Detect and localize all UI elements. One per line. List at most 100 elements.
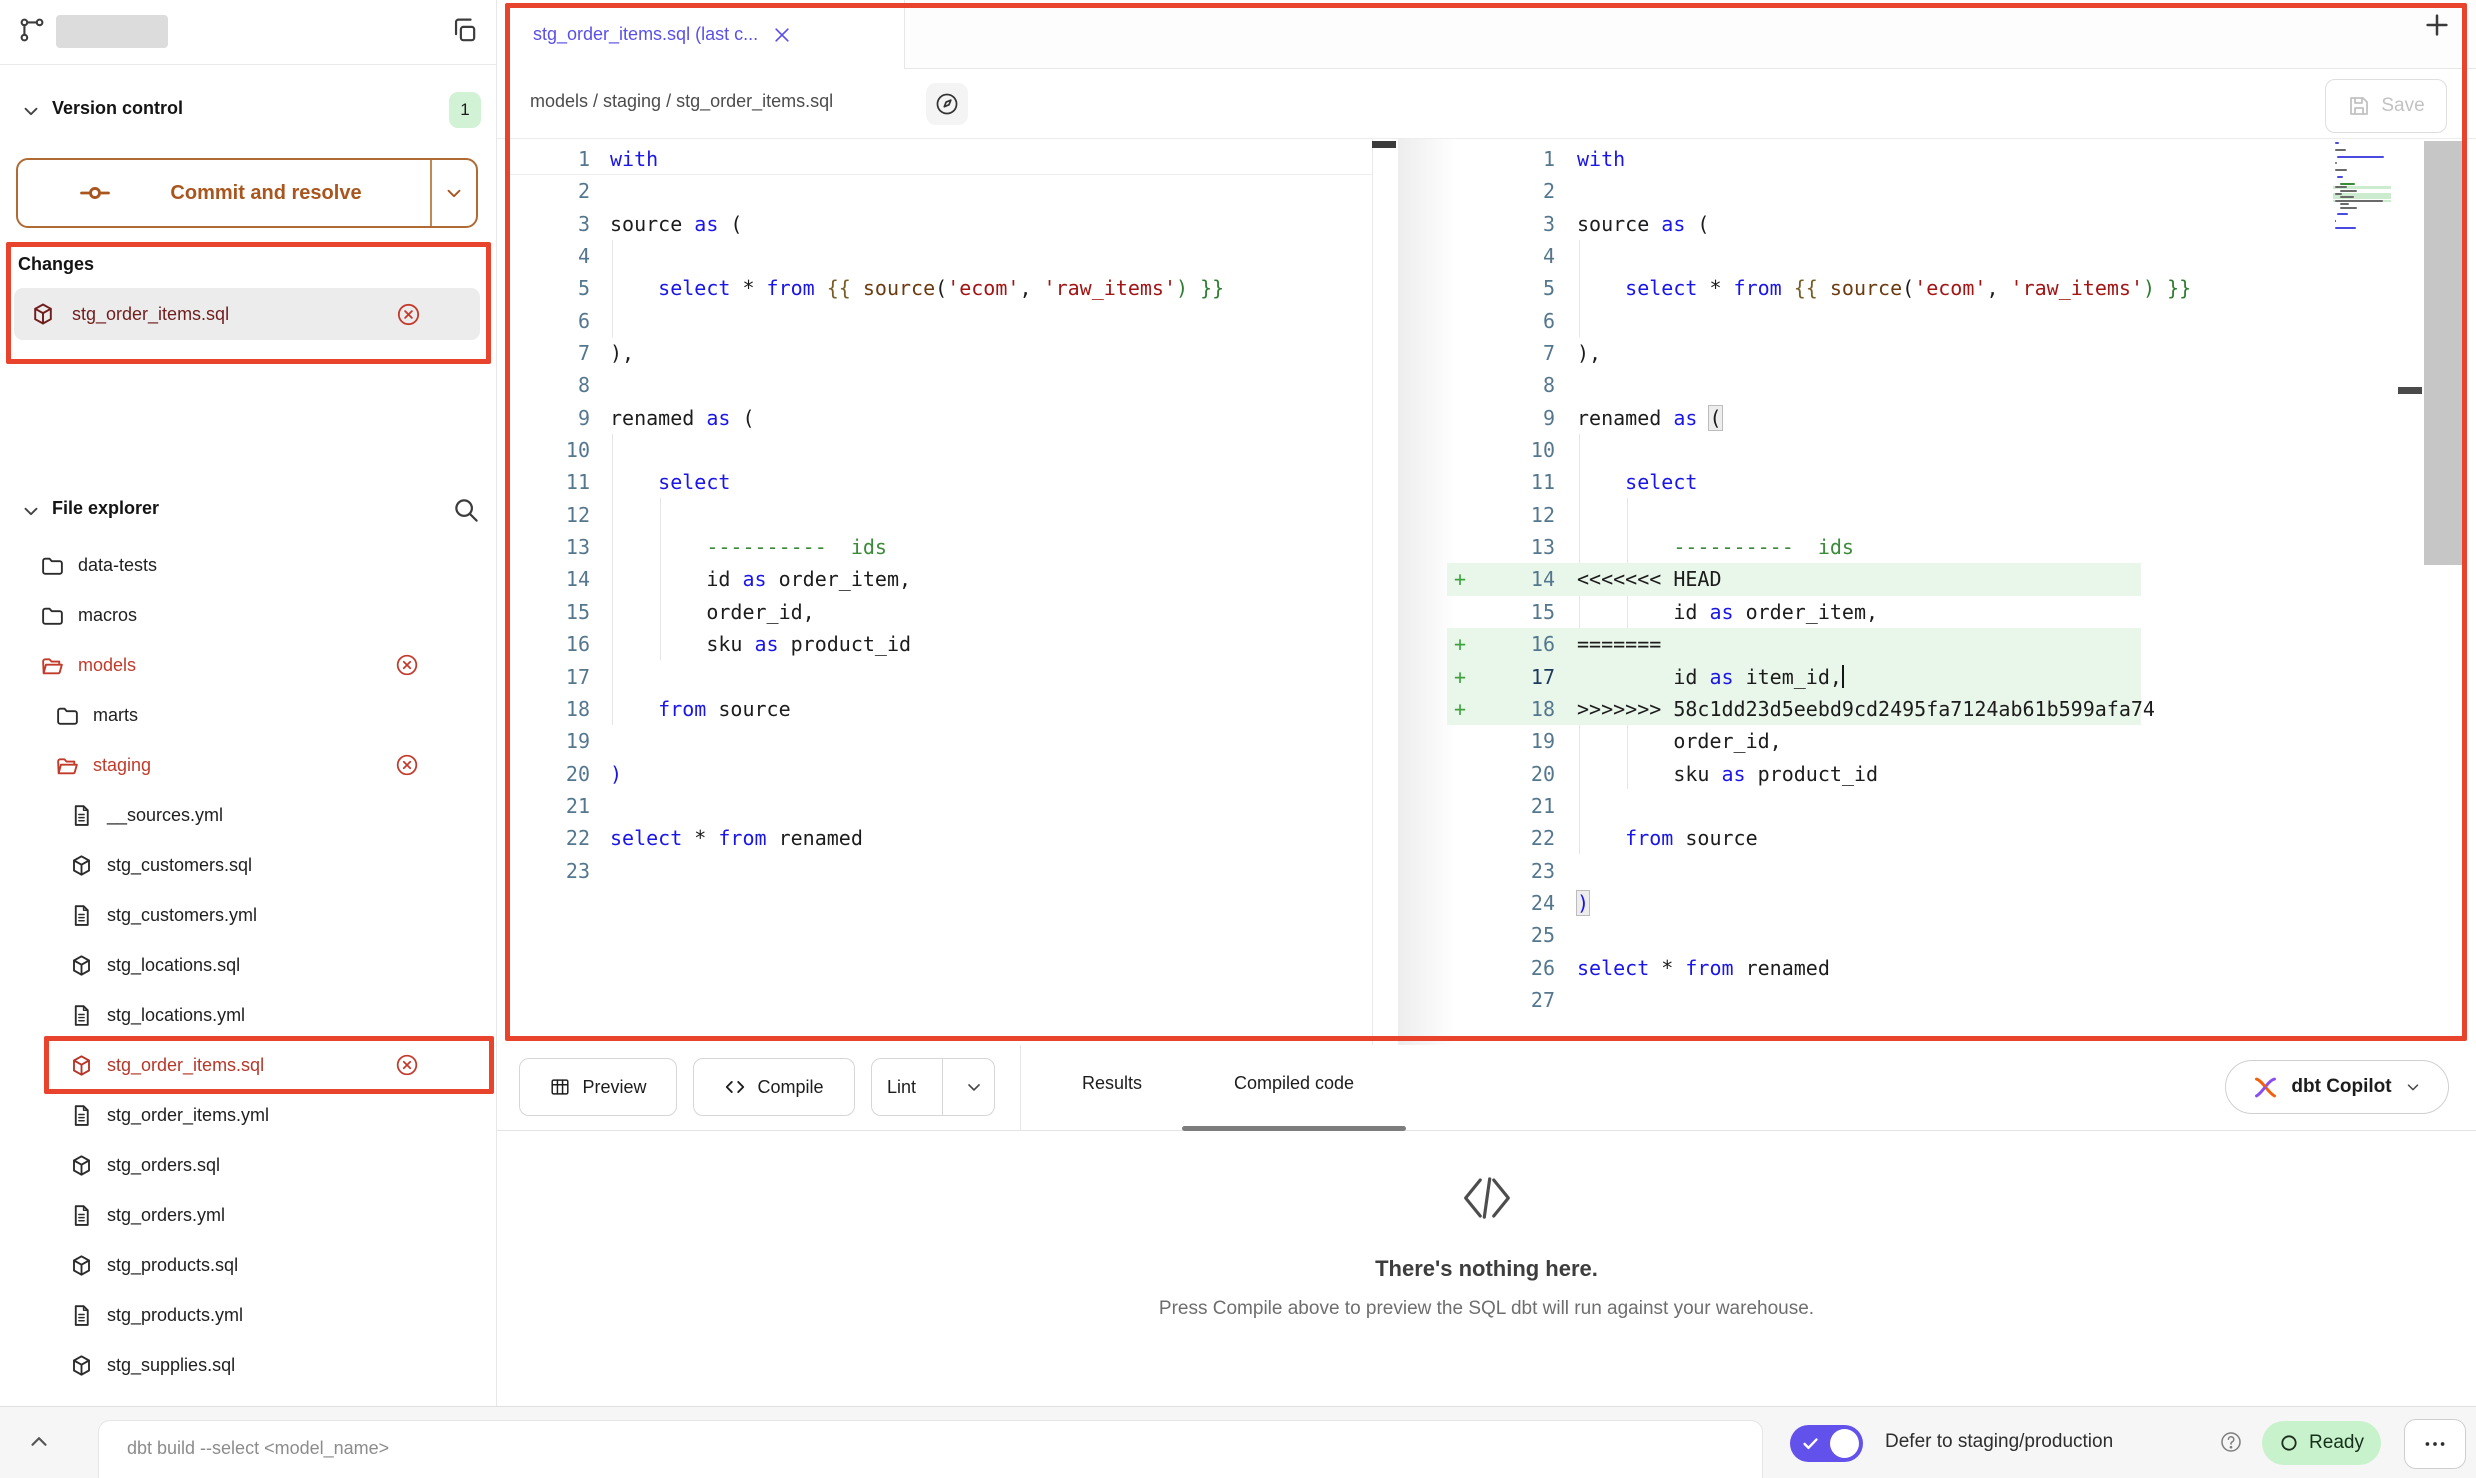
code-line[interactable]: 19 order_id, — [1447, 725, 2335, 757]
diff-pane-right[interactable]: 1with23source as (45 select * from {{ so… — [1447, 139, 2335, 1045]
tab-compiled-code[interactable]: Compiled code — [1182, 1073, 1406, 1094]
code-line[interactable]: 11 select — [1447, 466, 2335, 498]
minimap[interactable] — [2333, 142, 2397, 272]
code-line[interactable]: 17 — [510, 661, 1372, 693]
changed-file-item[interactable]: stg_order_items.sql — [14, 288, 480, 340]
code-line[interactable]: +16======= — [1447, 628, 2335, 660]
code-line[interactable]: 16 sku as product_id — [510, 628, 1372, 660]
code-line[interactable]: 24) — [1447, 887, 2335, 919]
new-tab-icon[interactable] — [2422, 10, 2452, 40]
file-row-macros[interactable]: macros — [0, 590, 497, 640]
expand-command-bar-icon[interactable] — [26, 1429, 52, 1455]
code-line[interactable]: 22select * from renamed — [510, 822, 1372, 854]
pane-divider[interactable] — [1372, 139, 1373, 1045]
code-line[interactable]: 15 order_id, — [510, 596, 1372, 628]
code-line[interactable]: 4 — [510, 240, 1372, 272]
code-line[interactable]: 5 select * from {{ source('ecom', 'raw_i… — [1447, 272, 2335, 304]
discard-change-icon[interactable] — [395, 301, 422, 328]
code-line[interactable]: 6 — [1447, 305, 2335, 337]
file-row-stg-order-items-sql[interactable]: stg_order_items.sql — [0, 1040, 497, 1090]
code-line[interactable]: 1with — [1447, 143, 2335, 175]
file-row-marts[interactable]: marts — [0, 690, 497, 740]
code-line[interactable]: 8 — [510, 369, 1372, 401]
file-row-stg-locations-yml[interactable]: stg_locations.yml — [0, 990, 497, 1040]
code-line[interactable]: 18 from source — [510, 693, 1372, 725]
code-line[interactable]: 8 — [1447, 369, 2335, 401]
chevron-down-icon[interactable] — [20, 100, 42, 122]
version-control-section-header[interactable]: Version control 1 — [0, 86, 497, 136]
copy-icon[interactable] — [450, 16, 479, 45]
code-line[interactable]: 5 select * from {{ source('ecom', 'raw_i… — [510, 272, 1372, 304]
tab-stg-order-items[interactable]: stg_order_items.sql (last c... — [508, 0, 905, 69]
code-line[interactable]: 7), — [1447, 337, 2335, 369]
code-line[interactable]: +17 id as item_id, — [1447, 661, 2335, 693]
code-line[interactable]: 21 — [1447, 790, 2335, 822]
tab-results[interactable]: Results — [1057, 1073, 1167, 1094]
discard-change-icon[interactable] — [394, 752, 420, 778]
more-options-button[interactable] — [2404, 1419, 2466, 1469]
preview-button[interactable]: Preview — [519, 1058, 677, 1116]
code-line[interactable]: 20) — [510, 758, 1372, 790]
file-row-stg-products-yml[interactable]: stg_products.yml — [0, 1290, 497, 1340]
code-line[interactable]: 14 id as order_item, — [510, 563, 1372, 595]
diff-pane-left[interactable]: 1with23source as (45 select * from {{ so… — [510, 139, 1372, 1045]
code-line[interactable]: 19 — [510, 725, 1372, 757]
file-row-stg-orders-sql[interactable]: stg_orders.sql — [0, 1140, 497, 1190]
code-line[interactable]: 13 ---------- ids — [510, 531, 1372, 563]
file-row-stg-customers-sql[interactable]: stg_customers.sql — [0, 840, 497, 890]
code-line[interactable]: 3source as ( — [510, 208, 1372, 240]
code-line[interactable]: 22 from source — [1447, 822, 2335, 854]
code-line[interactable]: 25 — [1447, 919, 2335, 951]
code-line[interactable]: 1with — [510, 143, 1372, 175]
vertical-scrollbar[interactable] — [2424, 141, 2467, 565]
code-line[interactable]: 9renamed as ( — [1447, 402, 2335, 434]
code-line[interactable]: 7), — [510, 337, 1372, 369]
file-row-staging[interactable]: staging — [0, 740, 497, 790]
code-line[interactable]: 2 — [510, 175, 1372, 207]
code-line[interactable]: 21 — [510, 790, 1372, 822]
code-line[interactable]: 2 — [1447, 175, 2335, 207]
file-row-stg-supplies-sql[interactable]: stg_supplies.sql — [0, 1340, 497, 1390]
help-icon[interactable] — [2219, 1430, 2243, 1454]
code-line[interactable]: 20 sku as product_id — [1447, 758, 2335, 790]
chevron-down-icon[interactable] — [20, 500, 42, 522]
code-line[interactable]: 27 — [1447, 984, 2335, 1016]
commit-and-resolve-button[interactable]: Commit and resolve — [16, 158, 478, 228]
code-line[interactable]: 4 — [1447, 240, 2335, 272]
code-line[interactable]: 13 ---------- ids — [1447, 531, 2335, 563]
save-button[interactable]: Save — [2325, 79, 2447, 133]
file-row-stg-products-sql[interactable]: stg_products.sql — [0, 1240, 497, 1290]
code-line[interactable]: 12 — [510, 499, 1372, 531]
lineage-button[interactable] — [926, 83, 968, 125]
command-input[interactable]: dbt build --select <model_name> — [98, 1420, 1763, 1478]
code-line[interactable]: 10 — [510, 434, 1372, 466]
dbt-copilot-button[interactable]: dbt Copilot — [2225, 1060, 2449, 1114]
lint-dropdown-chevron-icon[interactable] — [954, 1077, 994, 1097]
discard-change-icon[interactable] — [394, 1052, 420, 1078]
minimap-slider-thumb[interactable] — [2398, 387, 2422, 394]
code-line[interactable]: 11 select — [510, 466, 1372, 498]
lint-button[interactable]: Lint — [871, 1058, 995, 1116]
code-line[interactable]: +14<<<<<<< HEAD — [1447, 563, 2335, 595]
defer-toggle[interactable] — [1790, 1425, 1863, 1462]
code-line[interactable]: 23 — [1447, 855, 2335, 887]
file-row-stg-orders-yml[interactable]: stg_orders.yml — [0, 1190, 497, 1240]
file-row--sources-yml[interactable]: __sources.yml — [0, 790, 497, 840]
file-row-stg-locations-sql[interactable]: stg_locations.sql — [0, 940, 497, 990]
file-row-stg-customers-yml[interactable]: stg_customers.yml — [0, 890, 497, 940]
code-line[interactable]: +18>>>>>>> 58c1dd23d5eebd9cd2495fa7124ab… — [1447, 693, 2335, 725]
discard-change-icon[interactable] — [394, 652, 420, 678]
file-explorer-section-header[interactable]: File explorer — [0, 486, 497, 536]
code-line[interactable]: 10 — [1447, 434, 2335, 466]
code-line[interactable]: 26select * from renamed — [1447, 952, 2335, 984]
code-line[interactable]: 6 — [510, 305, 1372, 337]
search-icon[interactable] — [451, 495, 481, 525]
file-row-stg-order-items-yml[interactable]: stg_order_items.yml — [0, 1090, 497, 1140]
commit-dropdown-chevron-icon[interactable] — [432, 182, 476, 204]
code-line[interactable]: 23 — [510, 855, 1372, 887]
code-line[interactable]: 15 id as order_item, — [1447, 596, 2335, 628]
left-pane-scroll-thumb[interactable] — [1372, 141, 1396, 148]
copilot-chevron-icon[interactable] — [2404, 1078, 2422, 1096]
compile-button[interactable]: Compile — [693, 1058, 855, 1116]
file-row-data-tests[interactable]: data-tests — [0, 540, 497, 590]
